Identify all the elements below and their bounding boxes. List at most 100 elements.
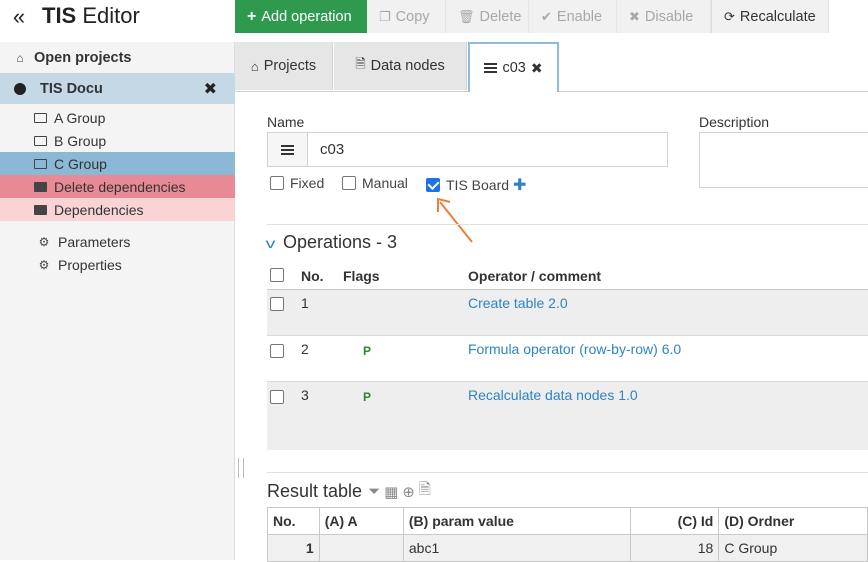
sidebar-item-label: Delete dependencies — [54, 178, 186, 195]
sidebar-item-dependencies[interactable]: Dependencies — [0, 198, 235, 221]
tis-board-checkbox-box[interactable] — [426, 178, 440, 192]
tab-projects[interactable]: ⌂ Projects — [235, 42, 333, 90]
app-title-rest: Editor — [76, 3, 140, 28]
collapse-sidebar-icon[interactable]: « — [8, 4, 30, 30]
table-grid-icon[interactable]: ▦ — [384, 483, 398, 501]
filter-icon[interactable]: ⏷ — [368, 483, 380, 500]
tab-label: c03 — [502, 60, 526, 76]
trash-icon: 🗑︎ — [458, 8, 475, 24]
folder-icon — [34, 158, 47, 169]
disable-button[interactable]: ✖ Disable — [617, 0, 711, 33]
result-header-row: No. (A) A (B) param value (C) Id (D) Ord… — [267, 507, 868, 535]
tab-data-nodes[interactable]: 🗎 Data nodes — [334, 42, 467, 90]
table-row[interactable]: 1 abc1 18 C Group — [267, 534, 868, 562]
row-no: 2 — [301, 341, 309, 357]
result-table: No. (A) A (B) param value (C) Id (D) Ord… — [267, 507, 868, 562]
operator-link[interactable]: Recalculate data nodes 1.0 — [468, 387, 638, 403]
plus-icon: + — [247, 7, 257, 25]
close-tab-icon[interactable]: ✖ — [531, 60, 543, 77]
name-field — [267, 132, 668, 167]
operations-title: Operations - 3 — [283, 232, 398, 252]
app-title-bold: TIS — [42, 3, 77, 28]
folder-open-icon — [34, 181, 47, 192]
sidebar-item-parameters[interactable]: ⚙ Parameters — [0, 230, 235, 253]
result-header-cell[interactable]: (A) A — [318, 507, 404, 535]
table-row[interactable]: 2 P Formula operator (row-by-row) 6.0 — [267, 336, 868, 382]
divider — [267, 472, 868, 473]
description-field[interactable] — [699, 132, 868, 188]
sidebar-project-tis-docu[interactable]: TIS Docu ✖ — [0, 73, 235, 104]
copy-label: Copy — [395, 8, 430, 25]
fixed-checkbox[interactable]: Fixed — [270, 175, 324, 191]
list-icon — [484, 63, 498, 73]
fixed-checkbox-box[interactable] — [270, 176, 284, 190]
sidebar-item-label: C Group — [54, 155, 107, 172]
folder-open-icon — [34, 204, 47, 215]
result-cell: 1 — [267, 534, 320, 562]
close-project-icon[interactable]: ✖ — [204, 79, 217, 99]
tis-board-label: TIS Board — [446, 177, 510, 193]
table-row[interactable]: 1 Create table 2.0 — [267, 290, 868, 336]
tab-bar: ⌂ Projects 🗎 Data nodes c03 ✖ — [235, 42, 868, 92]
result-cell — [318, 534, 404, 562]
result-header-cell[interactable]: (D) Ordner — [718, 507, 868, 535]
header-flags: Flags — [343, 268, 380, 284]
sidebar-item-label: Properties — [58, 256, 122, 273]
gear-icon: ⚙ — [38, 234, 50, 249]
excel-export-icon[interactable]: 🗎 — [419, 479, 431, 504]
name-input[interactable] — [320, 141, 650, 158]
operations-section-title[interactable]: v Operations - 3 — [265, 232, 398, 253]
x-icon: ✖ — [629, 8, 640, 24]
add-operation-button[interactable]: + Add operation — [235, 0, 367, 33]
result-header-cell[interactable]: No. — [267, 507, 320, 535]
copy-button[interactable]: ❐ Copy — [367, 0, 446, 33]
header-no: No. — [301, 268, 324, 284]
sidebar-item-label: A Group — [54, 109, 106, 126]
sidebar-item-label: B Group — [54, 132, 107, 149]
sidebar-item-label: Parameters — [58, 233, 131, 250]
tab-c03[interactable]: c03 ✖ — [468, 42, 559, 92]
operator-link[interactable]: Formula operator (row-by-row) 6.0 — [468, 341, 681, 357]
sidebar-item-delete-dependencies[interactable]: Delete dependencies — [0, 175, 235, 198]
folder-icon — [34, 135, 47, 146]
sidebar-item-a-group[interactable]: A Group — [0, 106, 235, 129]
result-header-cell[interactable]: (B) param value — [402, 507, 632, 535]
row-checkbox[interactable] — [270, 297, 284, 311]
chevron-down-icon: v — [265, 234, 276, 251]
sidebar-item-label: Dependencies — [54, 201, 144, 218]
row-checkbox[interactable] — [270, 344, 284, 358]
sidebar-item-properties[interactable]: ⚙ Properties — [0, 253, 235, 276]
fixed-label: Fixed — [290, 175, 325, 191]
sidebar-resize-handle[interactable] — [238, 458, 244, 478]
manual-checkbox-box[interactable] — [342, 176, 356, 190]
open-projects-label: Open projects — [34, 50, 132, 66]
table-row[interactable]: 3 P Recalculate data nodes 1.0 — [267, 382, 868, 450]
refresh-icon: ⟳ — [724, 8, 735, 24]
description-label: Description — [699, 114, 770, 130]
delete-button[interactable]: 🗑︎ Delete — [446, 0, 529, 33]
gears-icon: ⚙ — [38, 257, 50, 272]
manual-checkbox[interactable]: Manual — [342, 175, 408, 191]
zoom-in-icon[interactable]: ⊕ — [402, 483, 415, 501]
sidebar-item-b-group[interactable]: B Group — [0, 129, 235, 152]
copy-icon: ❐ — [379, 8, 391, 24]
home-icon: ⌂ — [16, 51, 24, 65]
enable-label: Enable — [556, 8, 603, 25]
sidebar: ⌂ Open projects TIS Docu ✖ A Group B Group… — [0, 42, 235, 560]
recalculate-button[interactable]: ⟳ Recalculate — [711, 0, 829, 33]
row-no: 3 — [301, 387, 309, 403]
annotation-arrow-icon — [437, 197, 473, 243]
sidebar-item-c-group[interactable]: C Group — [0, 152, 235, 175]
sidebar-open-projects[interactable]: ⌂ Open projects — [0, 46, 235, 70]
operator-link[interactable]: Create table 2.0 — [468, 295, 568, 311]
name-addon — [268, 133, 308, 166]
row-checkbox[interactable] — [270, 390, 284, 404]
result-header-cell[interactable]: (C) Id — [630, 507, 720, 535]
delete-label: Delete — [479, 8, 522, 25]
result-cell: 18 — [630, 534, 720, 562]
select-all-checkbox[interactable] — [270, 268, 284, 282]
enable-button[interactable]: ✔ Enable — [529, 0, 617, 33]
project-dot-icon — [14, 82, 26, 95]
plus-icon[interactable]: ✚ — [513, 175, 526, 195]
result-toolbar: ⏷ ▦ ⊕ 🗎 — [368, 479, 431, 504]
